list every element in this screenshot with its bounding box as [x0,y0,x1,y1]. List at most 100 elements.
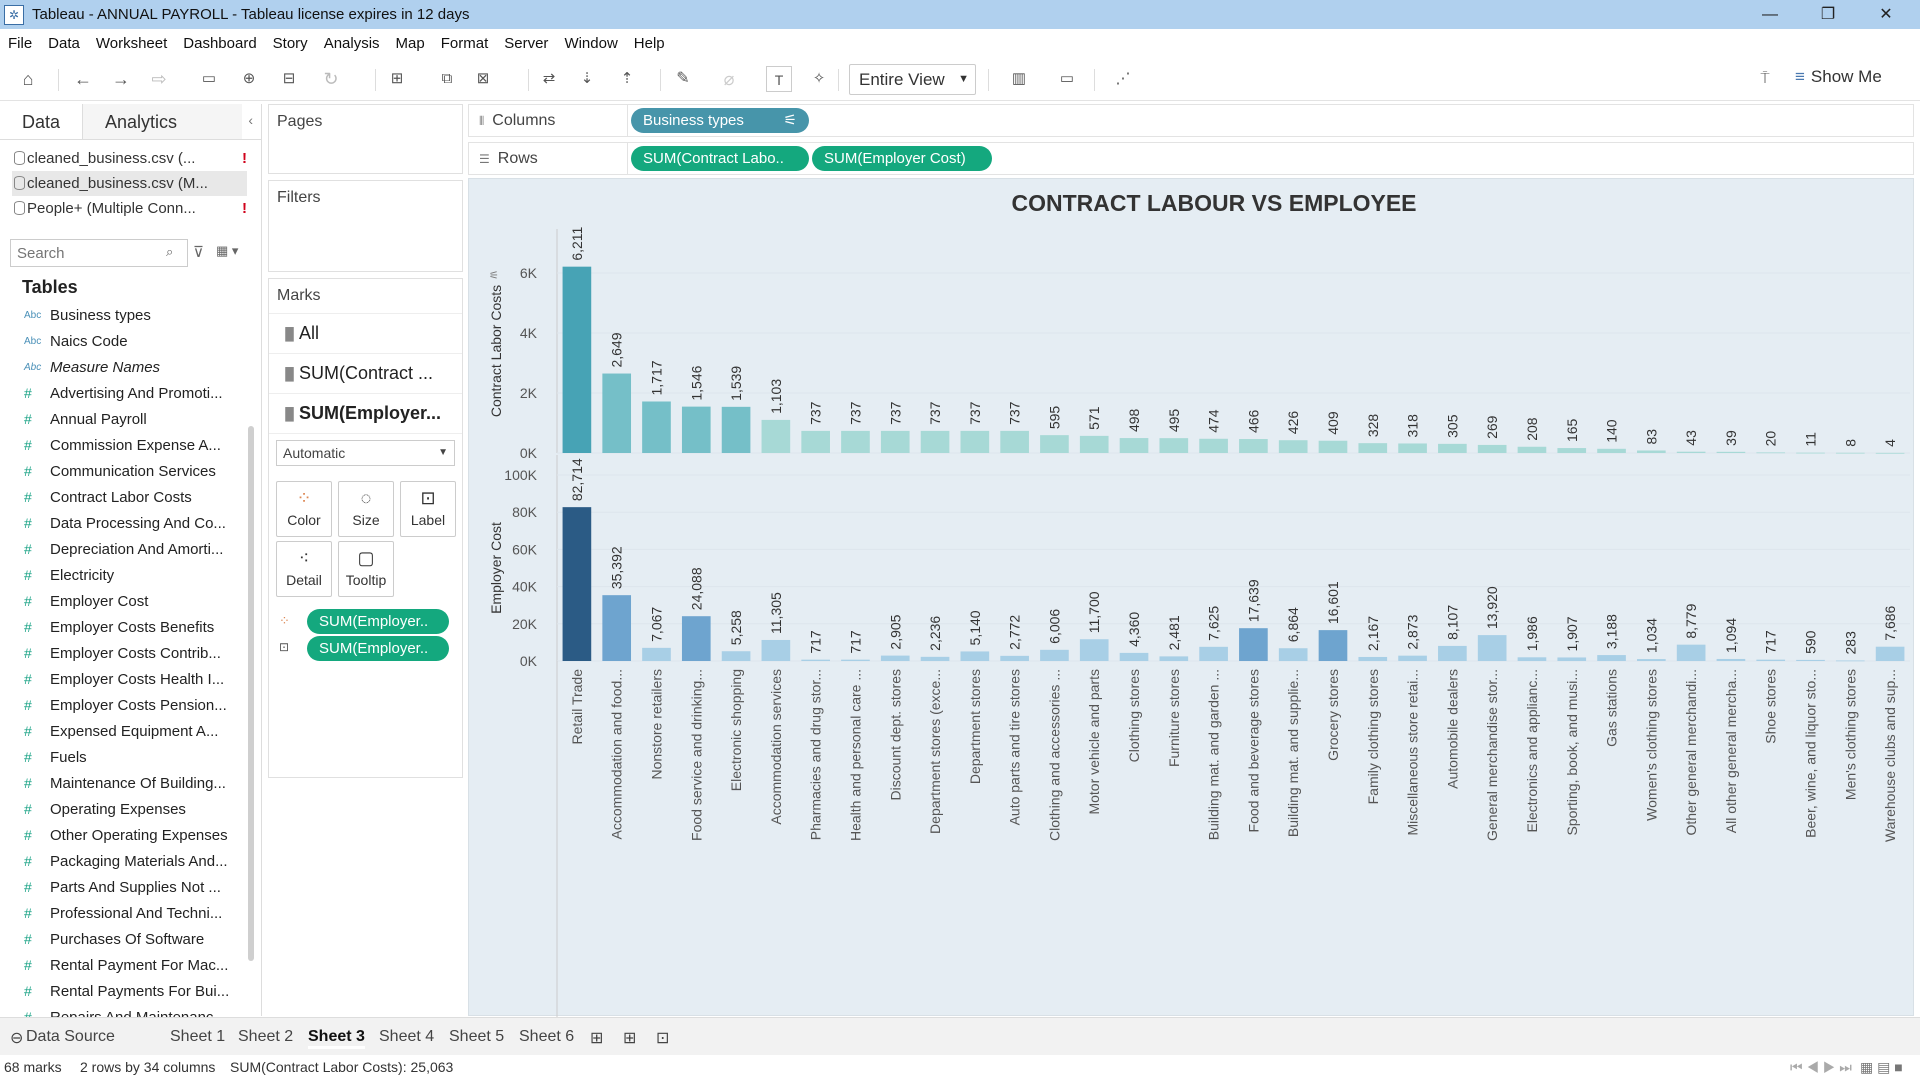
bar[interactable] [1597,448,1626,453]
tab-data-source[interactable]: Data Source [26,1028,115,1046]
bar[interactable] [1119,652,1149,661]
bar[interactable] [681,406,711,453]
bar[interactable] [1477,635,1507,661]
bar[interactable] [1716,451,1746,453]
fit-view-select[interactable]: Entire View ▼ [849,64,976,95]
datasource-item[interactable]: cleaned_business.csv (...! [0,146,261,171]
field-item[interactable]: # Annual Payroll [0,406,240,432]
highlight-icon[interactable]: ✎ [670,66,696,92]
field-item[interactable]: Abc Business types [0,302,240,328]
bar[interactable] [960,651,990,661]
pause-updates-icon[interactable]: ⊟ [276,66,302,92]
tab-sheet-3[interactable]: Sheet 3 [308,1028,365,1049]
field-item[interactable]: # Employer Costs Health I... [0,666,240,692]
bar[interactable] [1517,657,1547,661]
bar[interactable] [1796,452,1825,454]
employer-cost-pill[interactable]: SUM(Employer Cost) [812,146,992,171]
scrollbar[interactable] [248,426,254,961]
field-item[interactable]: # Expensed Equipment A... [0,718,240,744]
menu-data[interactable]: Data [48,35,80,52]
menu-analysis[interactable]: Analysis [324,35,380,52]
field-item[interactable]: # Packaging Materials And... [0,848,240,874]
bar[interactable] [1079,435,1109,453]
bar[interactable] [1239,628,1268,661]
menu-dashboard[interactable]: Dashboard [183,35,256,52]
bar[interactable] [1159,438,1189,453]
show-me-button[interactable]: ≡ Show Me [1795,67,1882,87]
bar[interactable] [1756,452,1786,454]
bar[interactable] [1438,443,1467,453]
tab-sheet-2[interactable]: Sheet 2 [238,1028,293,1046]
fix-axes-icon[interactable]: ✧ [806,66,832,92]
bar[interactable] [1637,450,1666,453]
sheet-navigation-icon[interactable]: ⏮ ◀ ▶ ⏭ [1790,1059,1852,1076]
bar[interactable] [1318,440,1348,453]
business-types-pill[interactable]: Business types ⚟ [631,108,809,133]
bar[interactable] [1835,660,1865,662]
field-item[interactable]: # Maintenance Of Building... [0,770,240,796]
filters-card[interactable]: Filters [268,180,463,272]
bar[interactable] [1557,448,1587,453]
bar[interactable] [1597,655,1626,661]
tab-sheet-6[interactable]: Sheet 6 [519,1028,574,1046]
bar[interactable] [1716,658,1746,661]
field-item[interactable]: # Professional And Techni... [0,900,240,926]
marks-employer[interactable]: ▐▌ SUM(Employer... [269,394,462,434]
contract-labor-pill[interactable]: SUM(Contract Labo.. [631,146,809,171]
menu-window[interactable]: Window [564,35,617,52]
bar[interactable] [562,507,592,661]
bar[interactable] [602,373,632,453]
restore-icon[interactable]: ❐ [1800,0,1856,29]
tab-analytics[interactable]: Analytics [82,104,243,139]
columns-shelf[interactable]: ⦀ Columns Business types ⚟ [468,104,1914,137]
bar[interactable] [841,659,870,661]
bar[interactable] [1796,659,1825,661]
field-item[interactable]: # Contract Labor Costs [0,484,240,510]
tooltip-button[interactable]: ▢ Tooltip [338,541,394,597]
new-worksheet-icon[interactable]: ⊞ [384,66,410,92]
field-item[interactable]: # Operating Expenses [0,796,240,822]
clear-sheet-icon[interactable]: ⊠ [470,66,496,92]
tab-data[interactable]: Data [0,104,83,139]
rows-shelf[interactable]: ☰ Rows SUM(Contract Labo.. SUM(Employer C… [468,142,1914,175]
detail-button[interactable]: ⁖ Detail [276,541,332,597]
new-story-tab-icon[interactable]: ⊡ [656,1028,669,1048]
field-item[interactable]: # Purchases Of Software [0,926,240,952]
bar[interactable] [1040,649,1069,661]
menu-file[interactable]: File [8,35,32,52]
datasource-item[interactable]: People+ (Multiple Conn...! [0,196,261,221]
sort-descending-icon[interactable]: ⇡ [614,66,640,92]
field-item[interactable]: # Employer Costs Benefits [0,614,240,640]
field-item[interactable]: # Rental Payment For Mac... [0,952,240,978]
search-input[interactable] [10,239,188,267]
bar[interactable] [1756,659,1786,661]
marks-contract[interactable]: ▐▌ SUM(Contract ... [269,354,462,394]
swap-icon[interactable]: ⇄ [536,66,562,92]
field-item[interactable]: Abc Measure Names [0,354,240,380]
mark-type-select[interactable]: Automatic ▼ [276,440,455,466]
bar[interactable] [1875,646,1905,661]
tab-sheet-1[interactable]: Sheet 1 [170,1028,225,1046]
bar[interactable] [880,655,910,661]
bar[interactable] [1000,655,1029,661]
bar[interactable] [1199,646,1228,661]
menu-map[interactable]: Map [396,35,425,52]
bar[interactable] [1438,645,1467,661]
bar[interactable] [1278,440,1308,453]
tab-sheet-4[interactable]: Sheet 4 [379,1028,434,1046]
bar[interactable] [1835,452,1865,454]
bar[interactable] [761,639,791,661]
bar[interactable] [681,616,711,661]
bar[interactable] [1477,444,1507,453]
menu-format[interactable]: Format [441,35,489,52]
close-icon[interactable]: ✕ [1858,0,1914,29]
bar[interactable] [1398,655,1427,661]
bar[interactable] [1239,439,1268,453]
bar[interactable] [1676,451,1706,453]
new-datasource-icon[interactable]: ⊕ [236,66,262,92]
bar[interactable] [1637,659,1666,661]
menu-worksheet[interactable]: Worksheet [96,35,167,52]
datasource-item[interactable]: cleaned_business.csv (M... [12,171,247,196]
bar[interactable] [761,419,791,453]
field-item[interactable]: Abc Naics Code [0,328,240,354]
